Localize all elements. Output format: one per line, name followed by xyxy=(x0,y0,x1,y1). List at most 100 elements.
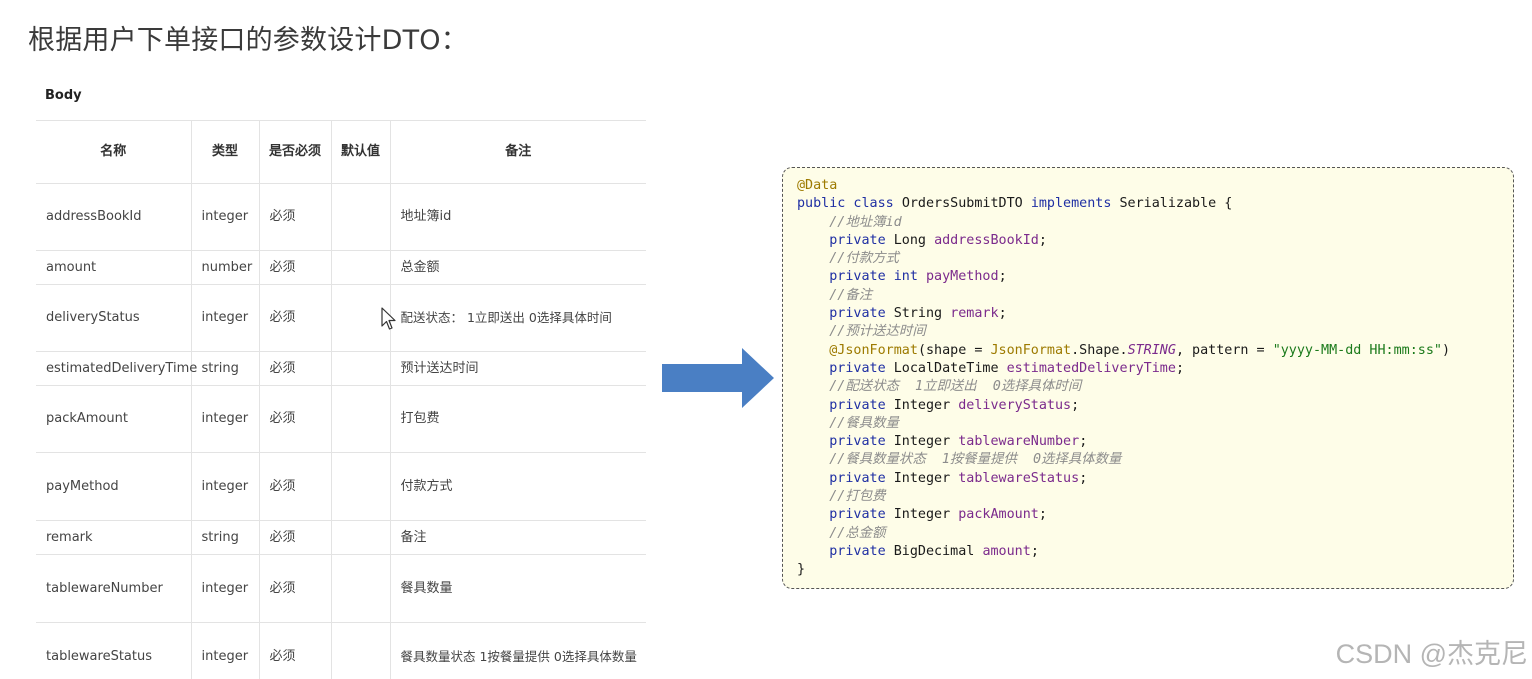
code-token: OrdersSubmitDTO xyxy=(901,196,1031,212)
code-token: Integer xyxy=(893,507,959,523)
cell-default xyxy=(330,351,390,386)
code-token: //总金额 xyxy=(797,525,886,541)
cell-default xyxy=(330,452,390,521)
cell-default xyxy=(330,183,390,251)
header-type: 类型 xyxy=(190,120,259,184)
table-row: tablewareNumber integer 必须 餐具数量 xyxy=(36,554,646,623)
code-line: private Integer packAmount; xyxy=(797,506,1513,524)
code-token: LocalDateTime xyxy=(893,360,1007,376)
code-token: BigDecimal xyxy=(893,543,983,559)
cell-required: 必须 xyxy=(258,385,331,453)
code-line: } xyxy=(797,561,1513,579)
code-token: remark xyxy=(950,306,999,322)
code-lines: @Data public class OrdersSubmitDTO implem… xyxy=(797,177,1513,580)
cell-name: amount xyxy=(36,250,191,285)
code-token: //餐具数量状态 1按餐量提供 0选择具体数量 xyxy=(797,452,1122,468)
cell-remark: 付款方式 xyxy=(389,452,646,521)
cell-default xyxy=(330,622,390,679)
code-line: //地址簿id xyxy=(797,214,1513,232)
code-token: packAmount xyxy=(958,507,1039,523)
code-token: String xyxy=(893,306,951,322)
code-line: //预计送达时间 xyxy=(797,323,1513,341)
code-token: ; xyxy=(1079,434,1088,450)
table-row: payMethod integer 必须 付款方式 xyxy=(36,452,646,521)
code-token: Integer xyxy=(893,434,959,450)
cell-required: 必须 xyxy=(258,284,331,352)
code-token: ; xyxy=(1175,360,1184,376)
cell-type: string xyxy=(190,351,259,386)
code-line: private Integer tablewareStatus; xyxy=(797,470,1513,488)
code-token: JsonFormat xyxy=(990,342,1072,358)
code-line: private BigDecimal amount; xyxy=(797,543,1513,561)
code-line: //备注 xyxy=(797,287,1513,305)
table-row: estimatedDeliveryTime string 必须 预计送达时间 xyxy=(36,351,646,386)
code-token: ; xyxy=(1038,507,1047,523)
cell-name: deliveryStatus xyxy=(36,284,191,352)
code-token: private xyxy=(797,507,894,523)
code-token: STRING xyxy=(1127,342,1176,358)
cell-type: integer xyxy=(190,452,259,521)
code-line: private Integer deliveryStatus; xyxy=(797,397,1513,415)
cell-remark: 地址簿id xyxy=(389,183,646,251)
table-row: addressBookId integer 必须 地址簿id xyxy=(36,183,646,251)
cell-remark: 餐具数量 xyxy=(389,554,646,623)
table-header-row: 名称 类型 是否必须 默认值 备注 xyxy=(36,120,646,184)
code-token: tablewareNumber xyxy=(958,434,1080,450)
code-token: ; xyxy=(1071,397,1080,413)
code-line: //打包费 xyxy=(797,488,1513,506)
cell-remark: 配送状态： 1立即送出 0选择具体时间 xyxy=(389,284,646,352)
cell-remark: 餐具数量状态 1按餐量提供 0选择具体数量 xyxy=(389,622,646,679)
code-token: amount xyxy=(982,543,1031,559)
code-line: @Data xyxy=(797,177,1513,195)
header-required: 是否必须 xyxy=(258,120,331,184)
cell-required: 必须 xyxy=(258,452,331,521)
code-line: private Long addressBookId; xyxy=(797,232,1513,250)
code-line: //付款方式 xyxy=(797,250,1513,268)
table-row: remark string 必须 备注 xyxy=(36,520,646,555)
cell-remark: 总金额 xyxy=(389,250,646,285)
code-token: //餐具数量 xyxy=(797,415,899,431)
cell-required: 必须 xyxy=(258,520,331,555)
code-line: public class OrdersSubmitDTO implements … xyxy=(797,195,1513,213)
code-token: .Shape. xyxy=(1071,342,1128,358)
cell-name: addressBookId xyxy=(36,183,191,251)
cell-name: estimatedDeliveryTime xyxy=(36,351,197,386)
page-title: 根据用户下单接口的参数设计DTO： xyxy=(28,25,468,56)
code-token: private xyxy=(797,543,894,559)
code-block: @Data public class OrdersSubmitDTO implem… xyxy=(782,167,1514,589)
body-section-label: Body xyxy=(45,88,82,103)
code-token: private int xyxy=(797,269,926,285)
code-line: //总金额 xyxy=(797,525,1513,543)
code-token: //备注 xyxy=(797,287,873,303)
code-token: //付款方式 xyxy=(797,251,899,267)
header-remark: 备注 xyxy=(389,120,646,184)
code-token: ) xyxy=(1442,342,1451,358)
cell-required: 必须 xyxy=(258,554,331,623)
table-row: deliveryStatus integer 必须 配送状态： 1立即送出 0选… xyxy=(36,284,646,352)
cell-type: integer xyxy=(190,385,259,453)
header-name: 名称 xyxy=(36,120,191,184)
cell-remark: 打包费 xyxy=(389,385,646,453)
code-token: private xyxy=(797,470,894,486)
code-token: addressBookId xyxy=(934,232,1039,248)
cell-name: remark xyxy=(36,520,191,555)
right-arrow-icon xyxy=(662,348,774,408)
code-token: //配送状态 1立即送出 0选择具体时间 xyxy=(797,379,1082,395)
code-line: private Integer tablewareNumber; xyxy=(797,433,1513,451)
params-table: 名称 类型 是否必须 默认值 备注 addressBookId integer … xyxy=(36,120,646,679)
cell-required: 必须 xyxy=(258,250,331,285)
code-token: deliveryStatus xyxy=(958,397,1072,413)
code-token: //打包费 xyxy=(797,489,886,505)
mouse-pointer-icon xyxy=(381,307,396,330)
code-token: private xyxy=(797,360,894,376)
table-row: tablewareStatus integer 必须 餐具数量状态 1按餐量提供… xyxy=(36,622,646,679)
code-token: Serializable { xyxy=(1119,196,1233,212)
cell-default xyxy=(330,385,390,453)
code-token: (shape = xyxy=(917,342,991,358)
code-token: private xyxy=(797,397,894,413)
table-row: amount number 必须 总金额 xyxy=(36,250,646,285)
cell-remark: 预计送达时间 xyxy=(389,351,646,386)
code-token: payMethod xyxy=(926,269,999,285)
code-token: @JsonFormat xyxy=(797,342,918,358)
code-token: @Data xyxy=(797,178,838,193)
